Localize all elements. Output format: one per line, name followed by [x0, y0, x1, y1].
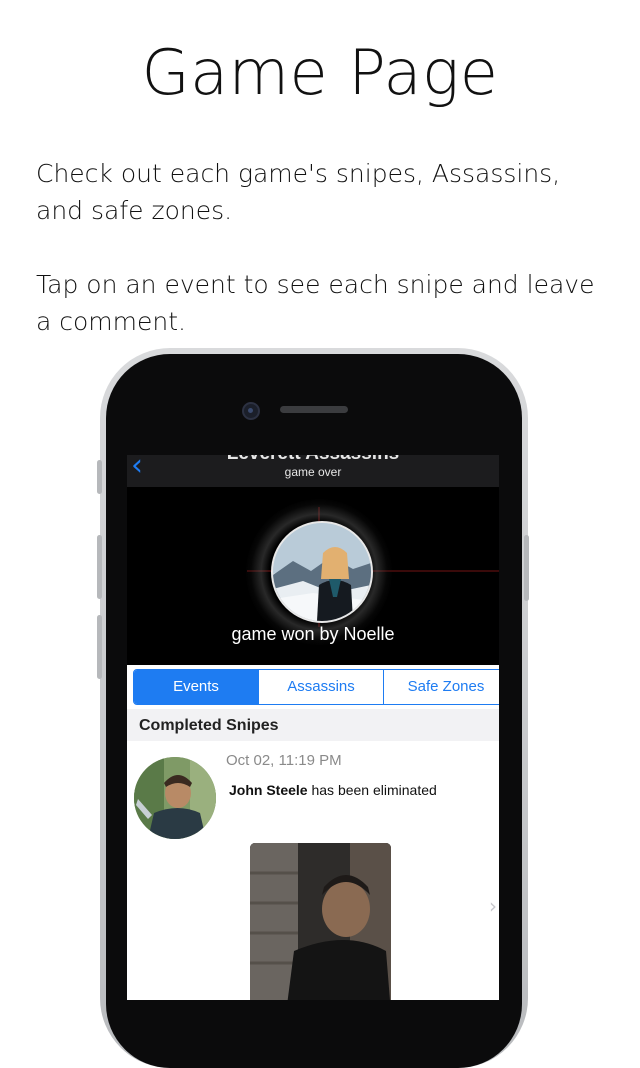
power-button	[524, 535, 529, 601]
nav-title: Leverett Assassins	[127, 455, 499, 465]
snipe-image	[250, 843, 391, 1000]
tab-safe-zones[interactable]: Safe Zones	[384, 670, 499, 704]
front-camera	[242, 402, 260, 420]
section-header: Completed Snipes	[127, 709, 499, 741]
winner-avatar[interactable]	[271, 521, 373, 623]
section-title: Completed Snipes	[139, 717, 279, 734]
app-screen: ‹ Leverett Assassins game over game won …	[127, 455, 499, 1000]
event-timestamp: Oct 02, 11:19 PM	[226, 752, 342, 769]
mute-switch	[97, 460, 102, 494]
chevron-right-icon[interactable]: ›	[489, 894, 497, 918]
tab-bar: Events Assassins Safe Zones	[133, 669, 499, 705]
avatar[interactable]	[134, 757, 216, 839]
events-panel: Events Assassins Safe Zones Completed Sn…	[127, 665, 499, 1000]
page-heading: Game Page	[141, 36, 499, 109]
snipe-photo[interactable]	[250, 843, 391, 1000]
winner-photo	[273, 523, 371, 621]
winner-hero: game won by Noelle	[127, 487, 499, 665]
event-action: has been eliminated	[307, 782, 437, 798]
tab-assassins[interactable]: Assassins	[259, 670, 384, 704]
volume-up-button	[97, 535, 102, 599]
event-player-name[interactable]: John Steele	[229, 782, 308, 798]
description-paragraph: Check out each game's snipes, Assassins,…	[36, 159, 561, 225]
nav-subtitle: game over	[284, 465, 342, 479]
description-paragraph: Tap on an event to see each snipe and le…	[36, 270, 595, 336]
earpiece-speaker	[280, 406, 348, 413]
winner-label: game won by Noelle	[231, 624, 395, 644]
tab-events[interactable]: Events	[134, 670, 259, 704]
event-description: John Steele has been eliminated	[229, 782, 437, 798]
user-photo	[134, 757, 216, 839]
volume-down-button	[97, 615, 102, 679]
nav-bar: ‹ Leverett Assassins game over	[127, 455, 499, 487]
